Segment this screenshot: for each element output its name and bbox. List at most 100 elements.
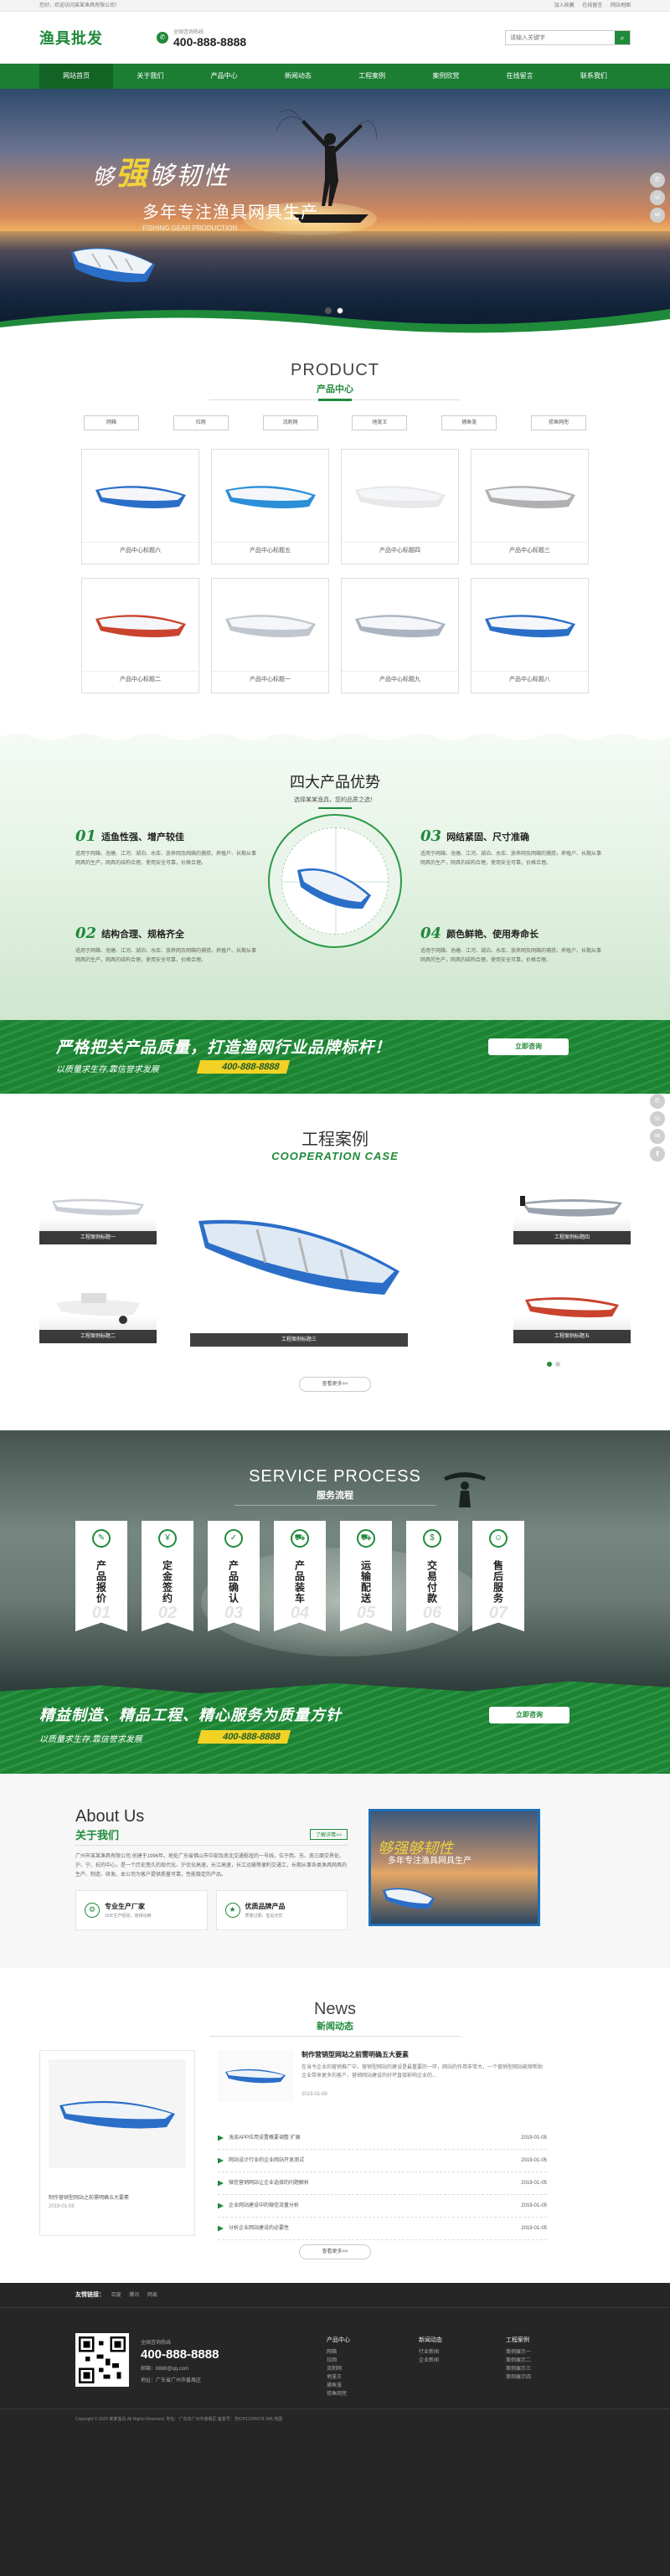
case-card[interactable]: 工程案例标题一 [39, 1184, 157, 1244]
category-tab[interactable]: 捞鱼网兜 [530, 415, 586, 430]
mail-tool-icon[interactable]: ✉ [650, 208, 665, 223]
news-top-date: 2019-01-08 [302, 2092, 327, 2097]
news-row-title[interactable]: 企业网站建设中的微信流量分析 [229, 2195, 299, 2218]
footer-link[interactable]: 捕鱼笼 [327, 2382, 350, 2390]
phone-tool-icon[interactable]: ✆ [650, 173, 665, 188]
product-name[interactable]: 产品中心标题一 [212, 671, 328, 688]
sitemap-link[interactable]: 网站地图 [611, 3, 631, 8]
news-row-title[interactable]: 网站设计行业的企业网站开发测试 [229, 2150, 304, 2172]
product-name[interactable]: 产品中心标题二 [82, 671, 198, 688]
quality-phone: 400-888-8888 [196, 1060, 290, 1074]
message-link[interactable]: 在线留言 [582, 3, 602, 8]
service-consult-button[interactable]: 立即咨询 [489, 1707, 570, 1723]
mail-tool-icon[interactable]: ✉ [650, 1129, 665, 1144]
footer-link[interactable]: 网箱 [327, 2348, 350, 2357]
advantage-subtitle: 选择某某渔具，您的品质之选！ [294, 797, 376, 803]
nav-contact[interactable]: 联系我们 [557, 64, 631, 89]
step-number: 06 [422, 1604, 442, 1622]
service-phone: 400-888-8888 [197, 1730, 291, 1744]
footer-link[interactable]: 案例展示四 [506, 2373, 531, 2382]
product-card[interactable]: 产品中心标题九 [341, 578, 459, 693]
search-input[interactable] [506, 31, 615, 44]
call-tool-icon[interactable]: ☏ [650, 1111, 665, 1126]
about-more-link[interactable]: 了解详情>> [309, 1829, 348, 1840]
service-step: $ 交易付款 06 [406, 1521, 458, 1631]
advantage-heading: 颜色鲜艳、使用寿命长 [446, 929, 539, 940]
news-row[interactable]: 微信营销网站让企业选择的问题解析 2019-01-05 [218, 2172, 547, 2195]
category-tab[interactable]: 流刺网 [262, 415, 318, 430]
case-card[interactable]: 工程案例标题二 [39, 1283, 157, 1343]
phone-tool-icon[interactable]: ✆ [650, 1094, 665, 1109]
footer-link[interactable]: 案例展示二 [506, 2357, 531, 2365]
nav-home[interactable]: 网站首页 [39, 64, 114, 89]
nav-gallery[interactable]: 案例欣赏 [409, 64, 482, 89]
service-sub: 以质量求生存,靠信誉求发展 [39, 1735, 142, 1744]
feature-title: 专业生产厂家 [105, 1903, 145, 1910]
product-card[interactable]: 产品中心标题六 [81, 449, 199, 564]
product-name[interactable]: 产品中心标题六 [82, 542, 198, 559]
news-row[interactable]: 分析企业网站建设的必要性 2019-01-05 [218, 2218, 547, 2240]
advantage-center-circle [268, 814, 402, 948]
footer-link[interactable]: 行业新闻 [419, 2348, 442, 2357]
news-row-title[interactable]: 浅谈APP应用设置概要调整 扩展 [229, 2127, 301, 2150]
footer-link[interactable]: 案例展示一 [506, 2348, 531, 2357]
add-favorite-link[interactable]: 加入收藏 [554, 3, 575, 8]
product-card[interactable]: 产品中心标题二 [81, 578, 199, 693]
friend-link[interactable]: 腾讯 [129, 2293, 139, 2298]
nav-message[interactable]: 在线留言 [483, 64, 557, 89]
call-tool-icon[interactable]: ☏ [650, 190, 665, 205]
news-rows: 浅谈APP应用设置概要调整 扩展 2019-01-05 网站设计行业的企业网站开发测… [218, 2127, 547, 2240]
footer-link[interactable]: 案例展示三 [506, 2365, 531, 2373]
nav-about[interactable]: 关于我们 [113, 64, 187, 89]
category-tab[interactable]: 网箱 [84, 415, 139, 430]
footer-link[interactable]: 捞鱼网兜 [327, 2390, 350, 2398]
news-featured[interactable]: 制作营销型网站之前需明确五大要素 2019-01-08 [39, 2050, 195, 2236]
site-logo[interactable]: 渔具批发 [39, 27, 157, 49]
case-card-featured[interactable]: 工程案例标题三 [190, 1196, 408, 1347]
back-to-top-icon[interactable]: ⬆ [650, 1146, 665, 1162]
service-fisher-silhouette [444, 1472, 486, 1507]
category-tab[interactable]: 拉网 [173, 415, 229, 430]
step-number: 02 [157, 1604, 178, 1622]
case-card[interactable]: 工程案例标题四 [513, 1184, 631, 1244]
product-card[interactable]: 产品中心标题八 [471, 578, 589, 693]
news-row[interactable]: 企业网站建设中的微信流量分析 2019-01-05 [218, 2195, 547, 2218]
nav-products[interactable]: 产品中心 [188, 64, 261, 89]
product-grid: 产品中心标题六 产品中心标题五 产品中心标题四 产品中心标题三 产品中心标题二 产品中心标… [81, 449, 589, 693]
product-card[interactable]: 产品中心标题一 [211, 578, 329, 693]
news-top-item[interactable]: 制作营销型网站之前需明确五大要素 在当今企业的营销推广中，营销型网站的建设是最重… [218, 2050, 547, 2117]
news-row[interactable]: 网站设计行业的企业网站开发测试 2019-01-05 [218, 2150, 547, 2172]
product-name[interactable]: 产品中心标题四 [342, 542, 458, 559]
news-row-title[interactable]: 分析企业网站建设的必要性 [229, 2218, 289, 2240]
news-featured-title[interactable]: 制作营销型网站之前需明确五大要素 [49, 2193, 186, 2201]
friend-link[interactable]: 百度 [111, 2293, 121, 2298]
news-top-title[interactable]: 制作营销型网站之前需明确五大要素 [302, 2050, 409, 2059]
consult-button[interactable]: 立即咨询 [488, 1038, 569, 1055]
footer-link[interactable]: 企业新闻 [419, 2357, 442, 2365]
search-icon[interactable]: ⌕ [615, 31, 630, 44]
friend-link[interactable]: 网易 [147, 2293, 157, 2298]
product-name[interactable]: 产品中心标题九 [342, 671, 458, 688]
news-row-title[interactable]: 微信营销网站让企业选择的问题解析 [229, 2172, 309, 2195]
advantage-item-2: 02 结构合理、规格齐全 适用于网箱、池塘、江河、湖泊、水库、放养网及网箱的捕捞，… [75, 925, 260, 966]
product-card[interactable]: 产品中心标题四 [341, 449, 459, 564]
category-tab[interactable]: 地笼王 [352, 415, 408, 430]
product-card[interactable]: 产品中心标题三 [471, 449, 589, 564]
banner-dot-2[interactable] [337, 307, 343, 314]
category-tab[interactable]: 捕鱼笼 [441, 415, 497, 430]
product-name[interactable]: 产品中心标题三 [472, 542, 588, 559]
banner-english: FISHING GEAR PRODUCTION [142, 224, 238, 232]
nav-cases[interactable]: 工程案例 [335, 64, 409, 89]
footer-link[interactable]: 流刺网 [327, 2365, 350, 2373]
product-name[interactable]: 产品中心标题五 [212, 542, 328, 559]
footer-link[interactable]: 拉网 [327, 2357, 350, 2365]
product-card[interactable]: 产品中心标题五 [211, 449, 329, 564]
nav-news[interactable]: 新闻动态 [261, 64, 335, 89]
product-name[interactable]: 产品中心标题八 [472, 671, 588, 688]
case-card[interactable]: 工程案例标题五 [513, 1283, 631, 1343]
footer-link[interactable]: 地笼王 [327, 2373, 350, 2382]
cases-dot[interactable] [555, 1362, 560, 1367]
cases-dot[interactable] [547, 1362, 552, 1367]
banner-dot-1[interactable] [325, 307, 332, 314]
news-row[interactable]: 浅谈APP应用设置概要调整 扩展 2019-01-05 [218, 2127, 547, 2150]
